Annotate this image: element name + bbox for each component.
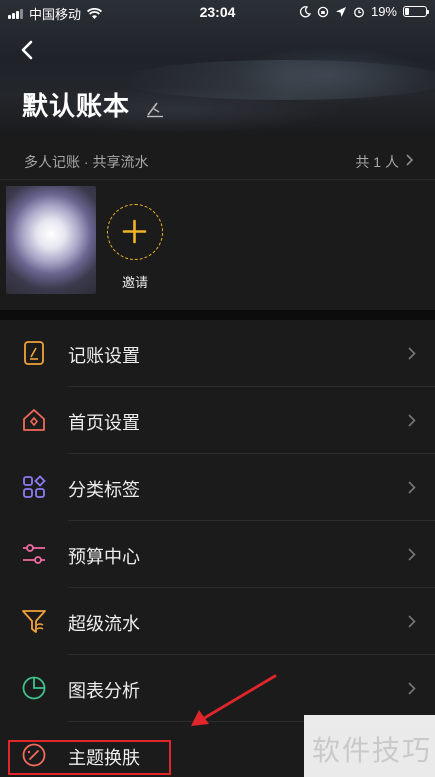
- plus-icon: [122, 219, 147, 244]
- menu-item-label: 记账设置: [68, 346, 140, 366]
- shared-ledger-row[interactable]: 多人记账 · 共享流水 共 1 人: [0, 140, 435, 180]
- back-arrow-icon[interactable]: [14, 36, 42, 64]
- chevron-right-icon: [408, 414, 416, 427]
- chevron-right-icon: [408, 481, 416, 494]
- funnel-icon: [22, 610, 46, 633]
- edit-title-icon[interactable]: [145, 100, 165, 118]
- menu-item-label: 首页设置: [68, 413, 140, 433]
- annotation-arrow: [191, 674, 277, 726]
- chevron-right-icon: [406, 154, 414, 166]
- header-banner: 中国移动 23:04 19% 默认账本: [0, 0, 435, 135]
- menu-item-budget-center[interactable]: 预算中心: [0, 521, 435, 588]
- invite-label: 邀请: [121, 275, 148, 290]
- shared-ledger-label: 多人记账 · 共享流水: [24, 154, 149, 170]
- chevron-right-icon: [408, 347, 416, 360]
- members-strip: 邀请: [0, 180, 435, 310]
- chevron-right-icon: [408, 682, 416, 695]
- highlight-box: [8, 740, 171, 775]
- watermark-text: 软件技巧: [312, 735, 433, 766]
- menu-item-label: 分类标签: [68, 480, 140, 500]
- status-bar: 中国移动 23:04 19%: [0, 0, 435, 24]
- member-avatar[interactable]: [6, 186, 96, 294]
- battery-percent: 19%: [370, 4, 397, 19]
- ledger-edit-icon: [24, 341, 44, 365]
- pie-chart-icon: [22, 676, 46, 700]
- home-icon: [23, 409, 45, 431]
- invite-button[interactable]: [107, 204, 163, 260]
- chevron-right-icon: [408, 615, 416, 628]
- header-background-scenery: [120, 60, 435, 100]
- moon-icon: [299, 5, 311, 17]
- watermark: 软件技巧: [304, 715, 435, 777]
- alarm-icon: [354, 7, 364, 17]
- menu-item-home-settings[interactable]: 首页设置: [0, 387, 435, 454]
- member-count: 共 1 人: [355, 154, 399, 170]
- rotation-lock-icon: [317, 6, 329, 17]
- category-icon: [23, 475, 46, 498]
- menu-item-super-flow[interactable]: 超级流水: [0, 588, 435, 655]
- budget-sliders-icon: [23, 544, 45, 564]
- battery-icon: [403, 6, 429, 17]
- menu-item-category-tags[interactable]: 分类标签: [0, 454, 435, 521]
- section-divider: [0, 310, 435, 320]
- menu-item-label: 超级流水: [68, 614, 140, 634]
- location-icon: [335, 6, 346, 17]
- chevron-right-icon: [408, 548, 416, 561]
- ledger-title: 默认账本: [22, 91, 131, 121]
- menu-item-bookkeeping-settings[interactable]: 记账设置: [0, 320, 435, 387]
- menu-item-label: 预算中心: [68, 547, 140, 567]
- menu-item-label: 图表分析: [68, 681, 140, 701]
